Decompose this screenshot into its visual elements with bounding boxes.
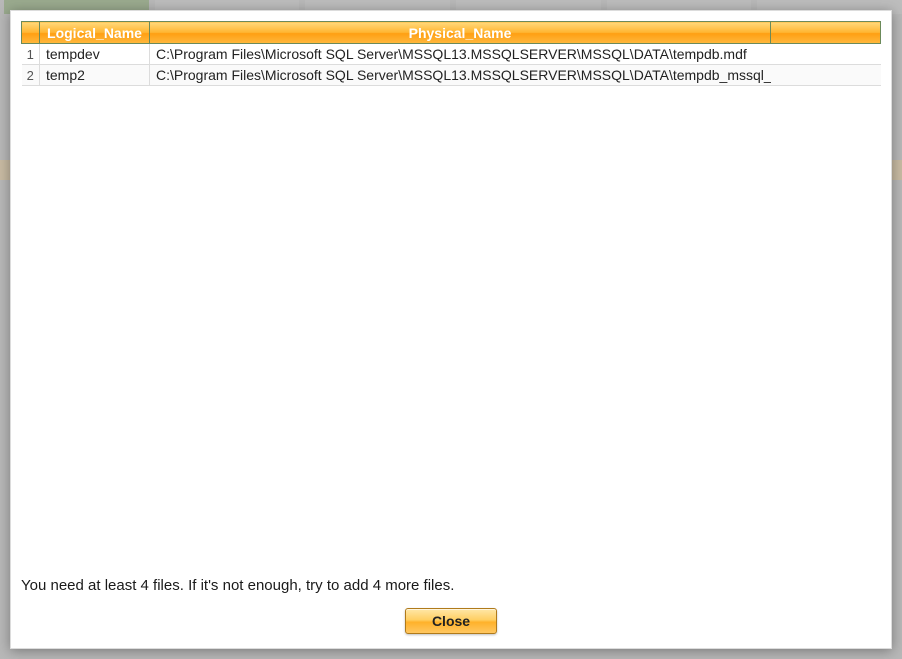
header-physical-name[interactable]: Physical_Name	[150, 22, 771, 44]
header-extra[interactable]	[771, 22, 881, 44]
cell-logical-name[interactable]: tempdev	[40, 44, 150, 65]
cell-physical-name[interactable]: C:\Program Files\Microsoft SQL Server\MS…	[150, 44, 771, 65]
table-row[interactable]: 2 temp2 C:\Program Files\Microsoft SQL S…	[22, 65, 881, 86]
header-corner[interactable]	[22, 22, 40, 44]
close-button[interactable]: Close	[405, 608, 497, 634]
table-header-row: Logical_Name Physical_Name	[22, 22, 881, 44]
results-table: Logical_Name Physical_Name 1 tempdev C:\…	[21, 21, 881, 86]
spacer	[21, 86, 881, 571]
cell-logical-name[interactable]: temp2	[40, 65, 150, 86]
cell-extra[interactable]	[771, 44, 881, 65]
header-logical-name[interactable]: Logical_Name	[40, 22, 150, 44]
cell-extra[interactable]	[771, 65, 881, 86]
row-number[interactable]: 1	[22, 44, 40, 65]
table-row[interactable]: 1 tempdev C:\Program Files\Microsoft SQL…	[22, 44, 881, 65]
row-number[interactable]: 2	[22, 65, 40, 86]
cell-physical-name[interactable]: C:\Program Files\Microsoft SQL Server\MS…	[150, 65, 771, 86]
dialog: Logical_Name Physical_Name 1 tempdev C:\…	[10, 10, 892, 649]
status-message: You need at least 4 files. If it's not e…	[21, 571, 881, 608]
button-row: Close	[21, 608, 881, 634]
table-body: 1 tempdev C:\Program Files\Microsoft SQL…	[22, 44, 881, 86]
results-grid: Logical_Name Physical_Name 1 tempdev C:\…	[21, 21, 881, 86]
